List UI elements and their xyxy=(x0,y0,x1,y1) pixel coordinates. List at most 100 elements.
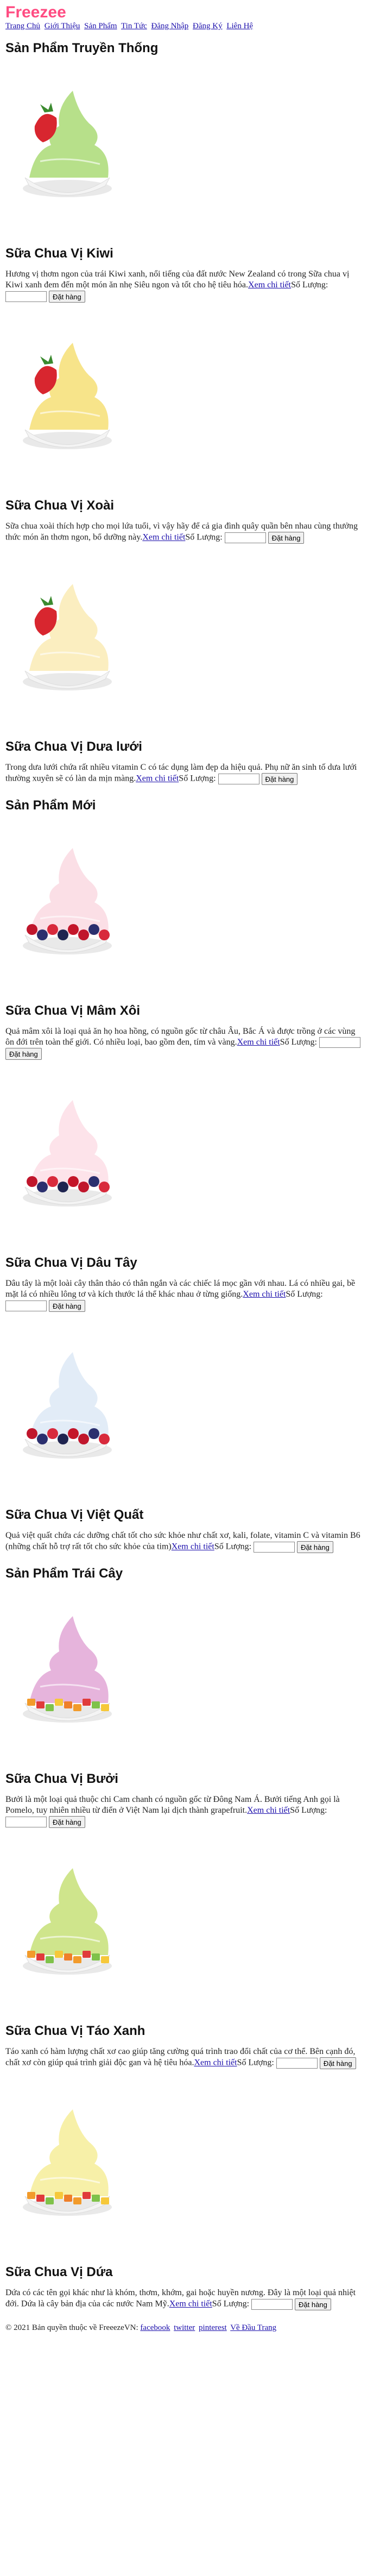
product-image-wrap[interactable] xyxy=(5,1073,375,1236)
product-description: Dứa có các tên gọi khác như là khóm, thơ… xyxy=(5,2288,364,2311)
product-sections: Sản Phẩm Truyền Thống Sữa Chua Vị Kiwi Hươ… xyxy=(5,41,375,2311)
product-image-wrap[interactable] xyxy=(5,1589,375,1752)
quantity-label: Số Lượng: xyxy=(185,532,223,542)
product-image xyxy=(23,2109,112,2216)
quantity-input[interactable] xyxy=(224,532,266,543)
order-button[interactable]: Đặt hàng xyxy=(297,1541,333,1554)
product-detail-link[interactable]: Xem chi tiết xyxy=(248,280,291,290)
product-card: Sữa Chua Vị Dứa Dứa có các tên gọi khác n… xyxy=(5,2082,375,2311)
product-description: Quả việt quất chứa các dưỡng chất tốt ch… xyxy=(5,1530,364,1554)
product-detail-link[interactable]: Xem chi tiết xyxy=(142,533,185,542)
brand-logo[interactable]: Freezee xyxy=(5,3,375,22)
quantity-input[interactable] xyxy=(5,291,47,302)
product-name[interactable]: Sữa Chua Vị Táo Xanh xyxy=(5,2024,375,2039)
order-button[interactable]: Đặt hàng xyxy=(261,773,298,785)
product-image-wrap[interactable] xyxy=(5,1325,375,1488)
footer-twitter-link[interactable]: twitter xyxy=(174,2323,195,2332)
product-name[interactable]: Sữa Chua Vị Kiwi xyxy=(5,246,375,261)
product-image-wrap[interactable] xyxy=(5,1841,375,2004)
product-detail-link[interactable]: Xem chi tiết xyxy=(169,2299,212,2309)
product-image xyxy=(23,584,112,690)
quantity-input[interactable] xyxy=(218,774,259,784)
nav-login[interactable]: Đăng Nhập xyxy=(151,22,189,30)
product-description: Sữa chua xoài thích hợp cho mọi lứa tuổi… xyxy=(5,521,364,544)
product-image-wrap[interactable] xyxy=(5,821,375,984)
nav-products[interactable]: Sản Phẩm xyxy=(84,22,117,30)
quantity-label: Số Lượng: xyxy=(291,280,328,290)
product-description: Táo xanh có hàm lượng chất xơ cao giúp t… xyxy=(5,2046,364,2070)
footer-facebook-link[interactable]: facebook xyxy=(140,2323,170,2332)
section-title: Sản Phẩm Mới xyxy=(5,798,96,813)
quantity-input[interactable] xyxy=(5,1300,47,1312)
page-footer: © 2021 Bản quyền thuộc về FreeezeVN: fac… xyxy=(5,2323,375,2333)
product-description: Dâu tây là một loài cây thân thảo có thâ… xyxy=(5,1278,364,1312)
product-image-wrap[interactable] xyxy=(5,2082,375,2245)
product-card: Sữa Chua Vị Xoài Sữa chua xoài thích hợp … xyxy=(5,316,375,544)
nav-register[interactable]: Đăng Ký xyxy=(193,22,223,30)
product-card: Sữa Chua Vị Táo Xanh Táo xanh có hàm lượn… xyxy=(5,1841,375,2070)
nav-home[interactable]: Trang Chủ xyxy=(5,22,40,30)
quantity-input[interactable] xyxy=(276,2058,318,2069)
quantity-label: Số Lượng: xyxy=(290,1806,327,1815)
quantity-label: Số Lượng: xyxy=(286,1290,323,1299)
back-to-top-link[interactable]: Về Đầu Trang xyxy=(230,2323,276,2332)
nav-about[interactable]: Giới Thiệu xyxy=(45,22,80,30)
main-nav: Trang Chủ Giới Thiệu Sản Phẩm Tin Tức Đă… xyxy=(5,22,375,31)
quantity-input[interactable] xyxy=(5,1817,47,1828)
brand-suffix: e xyxy=(57,3,66,21)
nav-news[interactable]: Tin Tức xyxy=(121,22,147,30)
product-description: Bưởi là một loại quả thuộc chi Cam chanh… xyxy=(5,1794,364,1829)
order-button[interactable]: Đặt hàng xyxy=(268,532,305,544)
order-button[interactable]: Đặt hàng xyxy=(5,1048,42,1060)
product-image-wrap[interactable] xyxy=(5,557,375,720)
section-title: Sản Phẩm Truyền Thống xyxy=(5,41,159,55)
product-name[interactable]: Sữa Chua Vị Bưởi xyxy=(5,1771,375,1787)
product-image xyxy=(23,343,112,449)
quantity-input[interactable] xyxy=(251,2299,293,2310)
product-detail-link[interactable]: Xem chi tiết xyxy=(237,1038,280,1047)
product-name[interactable]: Sữa Chua Vị Dưa lưới xyxy=(5,739,375,755)
quantity-label: Số Lượng: xyxy=(237,2058,274,2068)
brand-name: Freeze xyxy=(5,3,58,21)
copyright-text: © 2021 Bản quyền thuộc về FreeezeVN: xyxy=(5,2323,138,2333)
product-image xyxy=(23,848,112,954)
product-detail-link[interactable]: Xem chi tiết xyxy=(243,1290,286,1299)
quantity-label: Số Lượng: xyxy=(280,1038,317,1047)
quantity-label: Số Lượng: xyxy=(179,774,216,783)
product-detail-link[interactable]: Xem chi tiết xyxy=(194,2058,237,2068)
nav-contact[interactable]: Liên Hệ xyxy=(226,22,253,30)
product-name[interactable]: Sữa Chua Vị Dâu Tây xyxy=(5,1255,375,1271)
quantity-label: Số Lượng: xyxy=(212,2299,250,2309)
order-button[interactable]: Đặt hàng xyxy=(49,1816,85,1829)
product-card: Sữa Chua Vị Mâm Xôi Quả mâm xôi là loại q… xyxy=(5,821,375,1060)
product-image xyxy=(23,1352,112,1459)
quantity-label: Số Lượng: xyxy=(214,1542,252,1551)
order-button[interactable]: Đặt hàng xyxy=(49,1300,85,1312)
product-description: Hương vị thơm ngon của trái Kiwi xanh, n… xyxy=(5,269,364,303)
quantity-input[interactable] xyxy=(319,1037,360,1048)
product-detail-link[interactable]: Xem chi tiết xyxy=(172,1542,214,1551)
product-image-wrap[interactable] xyxy=(5,316,375,479)
product-card: Sữa Chua Vị Dưa lưới Trong dưa lưới chứa … xyxy=(5,557,375,785)
product-name[interactable]: Sữa Chua Vị Việt Quất xyxy=(5,1507,375,1523)
product-image xyxy=(23,1616,112,1723)
section-title: Sản Phẩm Trái Cây xyxy=(5,1566,123,1581)
product-detail-link[interactable]: Xem chi tiết xyxy=(136,774,179,783)
product-name[interactable]: Sữa Chua Vị Mâm Xôi xyxy=(5,1003,375,1019)
order-button[interactable]: Đặt hàng xyxy=(319,2057,356,2070)
product-image xyxy=(23,1100,112,1207)
quantity-input[interactable] xyxy=(254,1542,295,1553)
product-name[interactable]: Sữa Chua Vị Xoài xyxy=(5,498,375,513)
product-image xyxy=(23,91,112,197)
product-name[interactable]: Sữa Chua Vị Dứa xyxy=(5,2265,375,2280)
product-image-wrap[interactable] xyxy=(5,64,375,227)
product-card: Sữa Chua Vị Việt Quất Quả việt quất chứa … xyxy=(5,1325,375,1554)
order-button[interactable]: Đặt hàng xyxy=(49,291,85,303)
footer-pinterest-link[interactable]: pinterest xyxy=(199,2323,227,2332)
product-detail-link[interactable]: Xem chi tiết xyxy=(247,1806,290,1815)
product-card: Sữa Chua Vị Bưởi Bưởi là một loại quả thu… xyxy=(5,1589,375,1829)
product-card: Sữa Chua Vị Dâu Tây Dâu tây là một loài c… xyxy=(5,1073,375,1312)
order-button[interactable]: Đặt hàng xyxy=(295,2298,331,2311)
product-description: Quả mâm xôi là loại quả ăn họ hoa hồng, … xyxy=(5,1026,364,1060)
product-image xyxy=(23,1868,112,1975)
